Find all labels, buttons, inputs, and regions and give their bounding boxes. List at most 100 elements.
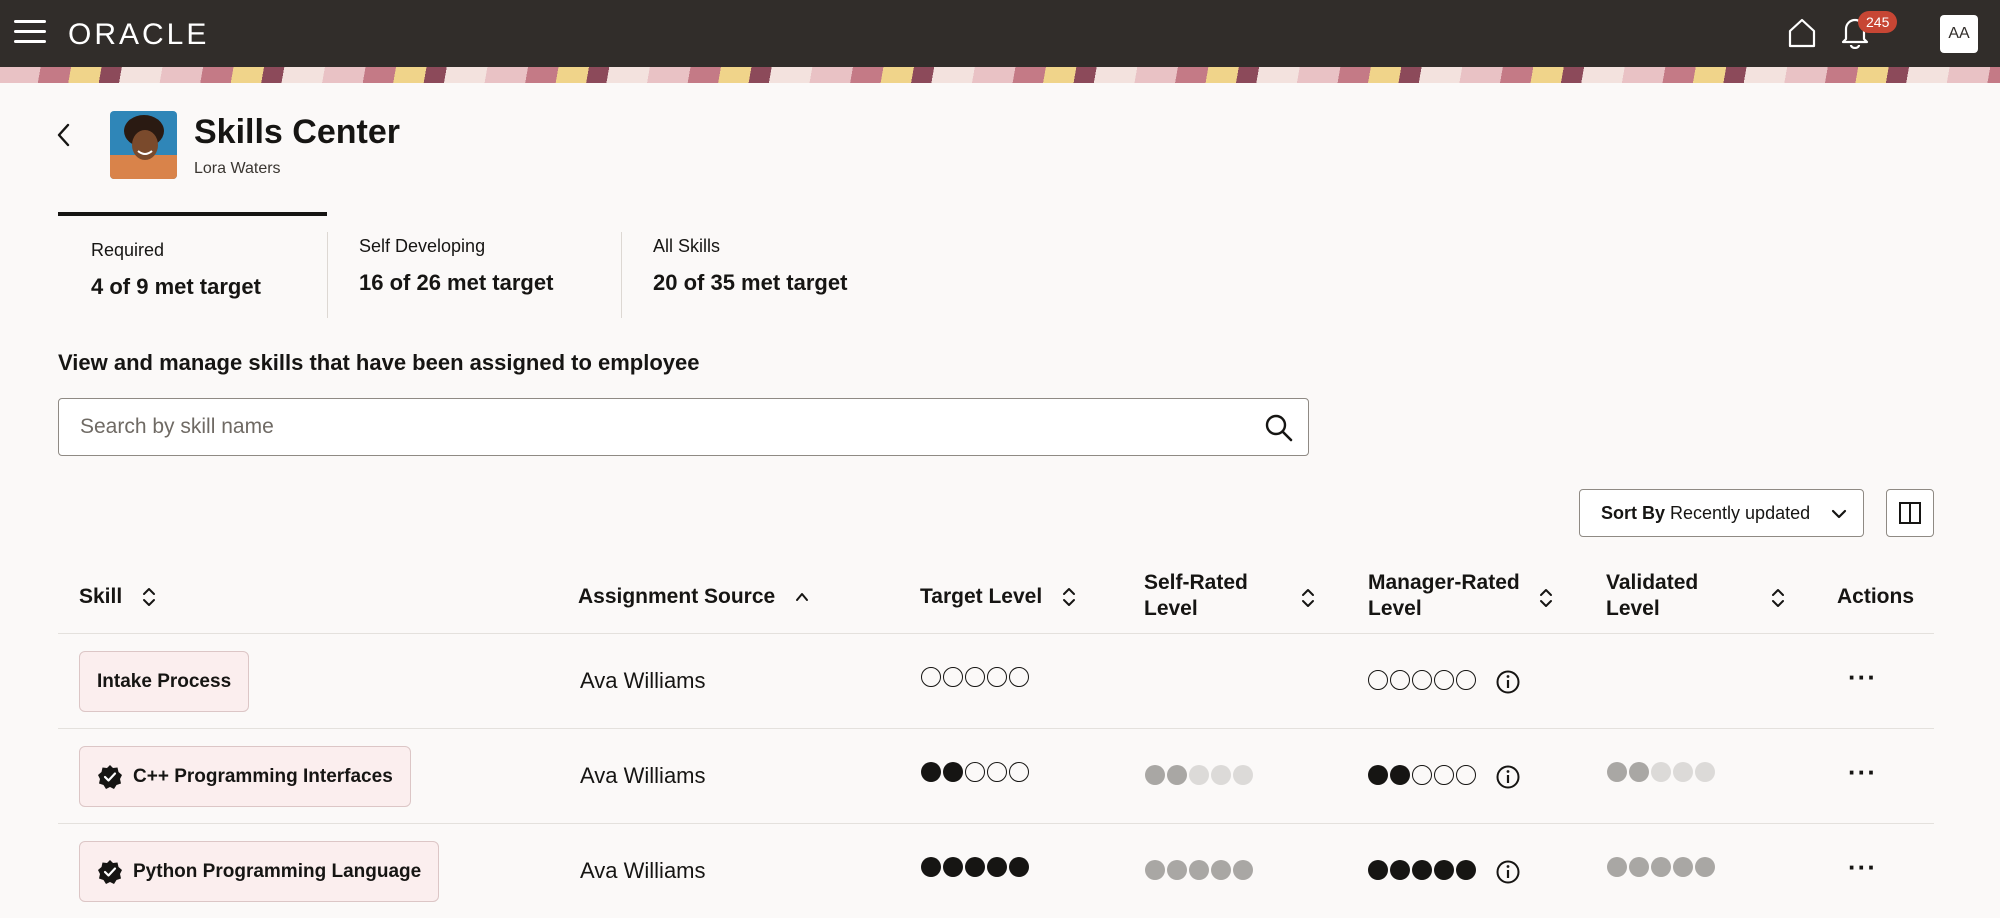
rating-dot xyxy=(1434,670,1454,690)
rating-dot xyxy=(1390,765,1410,785)
rating-dot xyxy=(1145,860,1165,880)
rating-dot xyxy=(1009,667,1029,687)
decorative-banner xyxy=(0,67,2000,83)
sort-prefix: Sort By xyxy=(1601,502,1666,523)
rating-dot xyxy=(1412,765,1432,785)
rating-dot xyxy=(1695,857,1715,877)
info-icon[interactable] xyxy=(1495,859,1521,885)
user-avatar[interactable]: AA xyxy=(1940,15,1978,53)
assignment-source: Ava Williams xyxy=(580,858,706,883)
search-input[interactable] xyxy=(59,399,1239,455)
tab-required[interactable]: Required 4 of 9 met target xyxy=(58,212,327,318)
rating-dot xyxy=(1145,765,1165,785)
table-header: Skill Assignment Source Target Level Sel… xyxy=(58,560,1934,634)
hamburger-menu-icon[interactable] xyxy=(14,20,46,46)
column-skill[interactable]: Skill xyxy=(79,584,156,610)
sort-ascending-icon xyxy=(796,593,809,602)
skill-chip[interactable]: Python Programming Language xyxy=(79,841,440,902)
manager-rated-level-rating xyxy=(1368,670,1476,690)
rating-dot xyxy=(1233,860,1253,880)
sort-dropdown[interactable]: Sort By Recently updated xyxy=(1579,489,1864,537)
table-row: Python Programming Language Ava Williams… xyxy=(58,824,1934,918)
column-layout-button[interactable] xyxy=(1886,489,1934,537)
more-actions-button[interactable]: ··· xyxy=(1848,852,1877,883)
rating-dot xyxy=(1368,860,1388,880)
rating-dot xyxy=(1695,762,1715,782)
rating-dot xyxy=(1211,860,1231,880)
rating-dot xyxy=(921,667,941,687)
home-icon[interactable] xyxy=(1786,17,1818,49)
notification-badge: 245 xyxy=(1858,11,1898,33)
skill-chip[interactable]: Intake Process xyxy=(79,651,250,712)
rating-dot xyxy=(1390,670,1410,690)
rating-dot xyxy=(1368,765,1388,785)
rating-dot xyxy=(965,762,985,782)
validated-level-rating xyxy=(1607,857,1715,877)
chevron-left-icon[interactable] xyxy=(56,122,72,148)
info-icon[interactable] xyxy=(1495,764,1521,790)
rating-dot xyxy=(987,857,1007,877)
rating-dot xyxy=(1434,860,1454,880)
rating-dot xyxy=(1629,857,1649,877)
rating-dot xyxy=(1629,762,1649,782)
rating-dot xyxy=(1167,765,1187,785)
page-title: Skills Center xyxy=(194,113,400,151)
top-bar: ORACLE 245 AA xyxy=(0,0,2000,67)
info-icon[interactable] xyxy=(1495,669,1521,695)
table-row: Intake Process Ava Williams ··· xyxy=(58,634,1934,729)
rating-dot xyxy=(1390,860,1410,880)
rating-dot xyxy=(943,857,963,877)
verified-badge-icon xyxy=(97,764,123,790)
rating-dot xyxy=(987,667,1007,687)
rating-dot xyxy=(1189,765,1209,785)
sort-icon[interactable] xyxy=(1539,588,1553,608)
rating-dot xyxy=(1456,860,1476,880)
rating-dot xyxy=(1167,860,1187,880)
self-rated-level-rating xyxy=(1145,765,1253,785)
sort-icon xyxy=(143,588,156,607)
search-icon[interactable] xyxy=(1264,413,1294,443)
rating-dot xyxy=(1607,762,1627,782)
rating-dot xyxy=(1412,860,1432,880)
column-validated-level[interactable]: Validated Level xyxy=(1606,570,1698,622)
more-actions-button[interactable]: ··· xyxy=(1848,662,1877,693)
rating-dot xyxy=(921,762,941,782)
rating-dot xyxy=(1456,765,1476,785)
assignment-source: Ava Williams xyxy=(580,668,706,693)
search-field xyxy=(58,398,1309,456)
employee-name: Lora Waters xyxy=(194,160,281,177)
rating-dot xyxy=(987,762,1007,782)
chevron-down-icon xyxy=(1831,509,1847,519)
skill-chip[interactable]: C++ Programming Interfaces xyxy=(79,746,411,807)
column-layout-icon xyxy=(1899,502,1921,524)
profile-photo xyxy=(110,111,177,179)
rating-dot xyxy=(965,667,985,687)
rating-dot xyxy=(1009,857,1029,877)
rating-dot xyxy=(1368,670,1388,690)
more-actions-button[interactable]: ··· xyxy=(1848,757,1877,788)
tab-self-developing[interactable]: Self Developing 16 of 26 met target xyxy=(328,212,621,318)
rating-dot xyxy=(1456,670,1476,690)
section-title: View and manage skills that have been as… xyxy=(58,350,700,375)
rating-dot xyxy=(1607,857,1627,877)
rating-dot xyxy=(921,857,941,877)
sort-value: Recently updated xyxy=(1670,502,1811,523)
column-assignment-source[interactable]: Assignment Source xyxy=(578,584,809,610)
oracle-logo[interactable]: ORACLE xyxy=(68,18,209,52)
rating-dot xyxy=(1211,765,1231,785)
sort-icon[interactable] xyxy=(1301,588,1315,608)
target-level-rating xyxy=(921,667,1029,687)
column-target-level[interactable]: Target Level xyxy=(920,584,1076,610)
rating-dot xyxy=(1189,860,1209,880)
manager-rated-level-rating xyxy=(1368,765,1476,785)
rating-dot xyxy=(1651,857,1671,877)
tab-all-skills[interactable]: All Skills 20 of 35 met target xyxy=(622,212,882,318)
column-self-rated-level[interactable]: Self-Rated Level xyxy=(1144,570,1248,622)
rating-dot xyxy=(1673,762,1693,782)
rating-dot xyxy=(1233,765,1253,785)
sort-icon[interactable] xyxy=(1771,588,1785,608)
rating-dot xyxy=(965,857,985,877)
column-manager-rated-level[interactable]: Manager-Rated Level xyxy=(1368,570,1520,622)
assignment-source: Ava Williams xyxy=(580,763,706,788)
validated-level-rating xyxy=(1607,762,1715,782)
